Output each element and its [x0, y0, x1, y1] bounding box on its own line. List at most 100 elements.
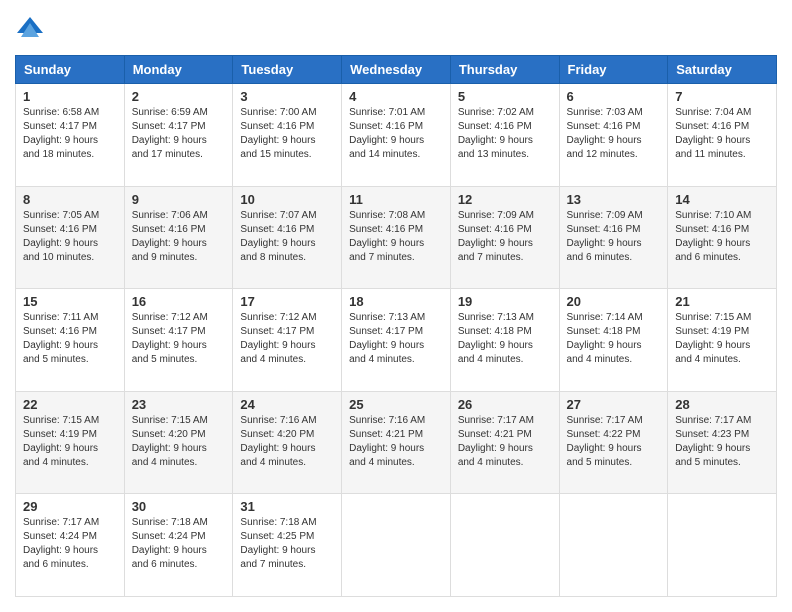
- calendar-week-row: 15 Sunrise: 7:11 AMSunset: 4:16 PMDaylig…: [16, 289, 777, 392]
- weekday-header: Thursday: [450, 56, 559, 84]
- day-number: 31: [240, 499, 334, 514]
- day-info: Sunrise: 7:18 AMSunset: 4:24 PMDaylight:…: [132, 517, 208, 570]
- day-info: Sunrise: 7:15 AMSunset: 4:20 PMDaylight:…: [132, 415, 208, 468]
- calendar-cell: 26 Sunrise: 7:17 AMSunset: 4:21 PMDaylig…: [450, 391, 559, 494]
- calendar-week-row: 1 Sunrise: 6:58 AMSunset: 4:17 PMDayligh…: [16, 84, 777, 187]
- day-info: Sunrise: 7:17 AMSunset: 4:23 PMDaylight:…: [675, 415, 751, 468]
- day-info: Sunrise: 7:11 AMSunset: 4:16 PMDaylight:…: [23, 312, 98, 365]
- day-number: 21: [675, 294, 769, 309]
- day-info: Sunrise: 7:17 AMSunset: 4:22 PMDaylight:…: [567, 415, 643, 468]
- day-info: Sunrise: 7:17 AMSunset: 4:21 PMDaylight:…: [458, 415, 534, 468]
- calendar-cell: 24 Sunrise: 7:16 AMSunset: 4:20 PMDaylig…: [233, 391, 342, 494]
- calendar-cell: 13 Sunrise: 7:09 AMSunset: 4:16 PMDaylig…: [559, 186, 668, 289]
- day-number: 10: [240, 192, 334, 207]
- day-info: Sunrise: 7:12 AMSunset: 4:17 PMDaylight:…: [240, 312, 316, 365]
- day-number: 4: [349, 89, 443, 104]
- calendar-cell: 3 Sunrise: 7:00 AMSunset: 4:16 PMDayligh…: [233, 84, 342, 187]
- day-number: 2: [132, 89, 226, 104]
- page: SundayMondayTuesdayWednesdayThursdayFrid…: [0, 0, 792, 612]
- calendar-cell: 17 Sunrise: 7:12 AMSunset: 4:17 PMDaylig…: [233, 289, 342, 392]
- day-info: Sunrise: 7:03 AMSunset: 4:16 PMDaylight:…: [567, 107, 643, 160]
- calendar-cell: 29 Sunrise: 7:17 AMSunset: 4:24 PMDaylig…: [16, 494, 125, 597]
- day-info: Sunrise: 7:04 AMSunset: 4:16 PMDaylight:…: [675, 107, 751, 160]
- calendar-cell: 8 Sunrise: 7:05 AMSunset: 4:16 PMDayligh…: [16, 186, 125, 289]
- calendar-cell: 2 Sunrise: 6:59 AMSunset: 4:17 PMDayligh…: [124, 84, 233, 187]
- day-number: 28: [675, 397, 769, 412]
- calendar-cell: 12 Sunrise: 7:09 AMSunset: 4:16 PMDaylig…: [450, 186, 559, 289]
- day-number: 24: [240, 397, 334, 412]
- header: [15, 15, 777, 45]
- day-number: 22: [23, 397, 117, 412]
- day-number: 8: [23, 192, 117, 207]
- day-info: Sunrise: 7:13 AMSunset: 4:17 PMDaylight:…: [349, 312, 425, 365]
- day-number: 1: [23, 89, 117, 104]
- calendar-cell: 16 Sunrise: 7:12 AMSunset: 4:17 PMDaylig…: [124, 289, 233, 392]
- calendar-cell: 20 Sunrise: 7:14 AMSunset: 4:18 PMDaylig…: [559, 289, 668, 392]
- calendar-cell: 31 Sunrise: 7:18 AMSunset: 4:25 PMDaylig…: [233, 494, 342, 597]
- day-info: Sunrise: 7:10 AMSunset: 4:16 PMDaylight:…: [675, 210, 751, 263]
- day-number: 29: [23, 499, 117, 514]
- day-number: 13: [567, 192, 661, 207]
- day-number: 7: [675, 89, 769, 104]
- calendar-cell: 4 Sunrise: 7:01 AMSunset: 4:16 PMDayligh…: [342, 84, 451, 187]
- calendar-cell: 10 Sunrise: 7:07 AMSunset: 4:16 PMDaylig…: [233, 186, 342, 289]
- calendar-cell: 18 Sunrise: 7:13 AMSunset: 4:17 PMDaylig…: [342, 289, 451, 392]
- day-info: Sunrise: 7:17 AMSunset: 4:24 PMDaylight:…: [23, 517, 99, 570]
- calendar-cell: 19 Sunrise: 7:13 AMSunset: 4:18 PMDaylig…: [450, 289, 559, 392]
- calendar-week-row: 8 Sunrise: 7:05 AMSunset: 4:16 PMDayligh…: [16, 186, 777, 289]
- weekday-header: Monday: [124, 56, 233, 84]
- day-info: Sunrise: 7:06 AMSunset: 4:16 PMDaylight:…: [132, 210, 208, 263]
- day-info: Sunrise: 7:15 AMSunset: 4:19 PMDaylight:…: [23, 415, 99, 468]
- logo-icon: [15, 15, 45, 45]
- calendar-cell: 30 Sunrise: 7:18 AMSunset: 4:24 PMDaylig…: [124, 494, 233, 597]
- day-info: Sunrise: 7:18 AMSunset: 4:25 PMDaylight:…: [240, 517, 316, 570]
- calendar-cell: 11 Sunrise: 7:08 AMSunset: 4:16 PMDaylig…: [342, 186, 451, 289]
- calendar-cell: 1 Sunrise: 6:58 AMSunset: 4:17 PMDayligh…: [16, 84, 125, 187]
- calendar-cell: 23 Sunrise: 7:15 AMSunset: 4:20 PMDaylig…: [124, 391, 233, 494]
- calendar-cell: 28 Sunrise: 7:17 AMSunset: 4:23 PMDaylig…: [668, 391, 777, 494]
- day-number: 6: [567, 89, 661, 104]
- day-number: 30: [132, 499, 226, 514]
- calendar-cell: [450, 494, 559, 597]
- day-info: Sunrise: 7:13 AMSunset: 4:18 PMDaylight:…: [458, 312, 534, 365]
- weekday-header-row: SundayMondayTuesdayWednesdayThursdayFrid…: [16, 56, 777, 84]
- calendar-cell: 6 Sunrise: 7:03 AMSunset: 4:16 PMDayligh…: [559, 84, 668, 187]
- day-info: Sunrise: 7:08 AMSunset: 4:16 PMDaylight:…: [349, 210, 425, 263]
- calendar-cell: [559, 494, 668, 597]
- day-info: Sunrise: 6:58 AMSunset: 4:17 PMDaylight:…: [23, 107, 99, 160]
- day-number: 19: [458, 294, 552, 309]
- weekday-header: Friday: [559, 56, 668, 84]
- day-info: Sunrise: 7:16 AMSunset: 4:20 PMDaylight:…: [240, 415, 316, 468]
- weekday-header: Sunday: [16, 56, 125, 84]
- calendar-week-row: 29 Sunrise: 7:17 AMSunset: 4:24 PMDaylig…: [16, 494, 777, 597]
- day-info: Sunrise: 7:05 AMSunset: 4:16 PMDaylight:…: [23, 210, 99, 263]
- day-number: 17: [240, 294, 334, 309]
- calendar-cell: 25 Sunrise: 7:16 AMSunset: 4:21 PMDaylig…: [342, 391, 451, 494]
- day-info: Sunrise: 7:07 AMSunset: 4:16 PMDaylight:…: [240, 210, 316, 263]
- day-number: 27: [567, 397, 661, 412]
- day-info: Sunrise: 7:01 AMSunset: 4:16 PMDaylight:…: [349, 107, 425, 160]
- day-info: Sunrise: 7:02 AMSunset: 4:16 PMDaylight:…: [458, 107, 534, 160]
- calendar-table: SundayMondayTuesdayWednesdayThursdayFrid…: [15, 55, 777, 597]
- calendar-week-row: 22 Sunrise: 7:15 AMSunset: 4:19 PMDaylig…: [16, 391, 777, 494]
- day-number: 20: [567, 294, 661, 309]
- day-info: Sunrise: 7:15 AMSunset: 4:19 PMDaylight:…: [675, 312, 751, 365]
- calendar-cell: 15 Sunrise: 7:11 AMSunset: 4:16 PMDaylig…: [16, 289, 125, 392]
- day-info: Sunrise: 7:00 AMSunset: 4:16 PMDaylight:…: [240, 107, 316, 160]
- day-number: 5: [458, 89, 552, 104]
- day-info: Sunrise: 7:14 AMSunset: 4:18 PMDaylight:…: [567, 312, 643, 365]
- calendar-cell: [668, 494, 777, 597]
- day-number: 26: [458, 397, 552, 412]
- day-info: Sunrise: 7:16 AMSunset: 4:21 PMDaylight:…: [349, 415, 425, 468]
- day-number: 9: [132, 192, 226, 207]
- calendar-cell: 5 Sunrise: 7:02 AMSunset: 4:16 PMDayligh…: [450, 84, 559, 187]
- calendar-cell: 21 Sunrise: 7:15 AMSunset: 4:19 PMDaylig…: [668, 289, 777, 392]
- day-info: Sunrise: 7:12 AMSunset: 4:17 PMDaylight:…: [132, 312, 208, 365]
- day-number: 16: [132, 294, 226, 309]
- day-number: 18: [349, 294, 443, 309]
- day-number: 11: [349, 192, 443, 207]
- weekday-header: Tuesday: [233, 56, 342, 84]
- day-number: 15: [23, 294, 117, 309]
- day-info: Sunrise: 7:09 AMSunset: 4:16 PMDaylight:…: [567, 210, 643, 263]
- logo: [15, 15, 50, 45]
